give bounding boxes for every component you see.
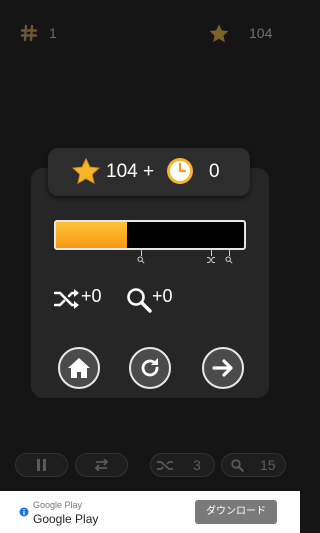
ad-download-button[interactable]: ダウンロード [195,500,277,524]
restart-icon [141,358,159,377]
hash-icon [20,24,38,42]
progress-marker [211,249,212,256]
hint-tool-button[interactable]: 15 [221,453,286,477]
magnifier-icon [231,459,244,472]
shuffle-count: 3 [193,457,201,473]
shuffle-tool-button[interactable]: 3 [150,453,215,477]
magnifier-icon [137,256,145,264]
hint-count: 15 [260,457,276,473]
arrow-right-icon [212,359,233,377]
restart-button[interactable] [129,347,171,389]
next-level-button[interactable] [202,347,244,389]
summary-plus: + [143,161,155,182]
clock-icon [167,158,193,184]
shuffle-icon [207,257,215,263]
pause-button[interactable] [15,453,68,477]
ad-source: Google Play [33,500,83,510]
swap-icon [94,459,109,471]
ad-title: Google Play [33,512,99,526]
star-icon [71,157,101,185]
progress-fill [56,222,128,248]
info-icon[interactable] [19,507,29,517]
shuffle-icon [54,289,79,309]
hint-bonus: +0 [152,286,173,306]
progress-bar [54,220,246,250]
progress-marker [229,249,230,256]
star-icon [209,24,229,43]
summary-score: 104 [106,161,138,182]
level-number: 1 [49,25,57,41]
top-score: 104 [249,25,273,41]
swap-button[interactable] [75,453,128,477]
magnifier-icon [225,256,233,264]
home-icon [68,358,90,378]
shuffle-bonus: +0 [81,286,102,306]
magnifier-icon [127,288,152,313]
progress-marker [141,249,142,256]
home-button[interactable] [58,347,100,389]
shuffle-icon [157,461,173,470]
pause-icon [37,459,46,471]
summary-time: 0 [209,161,220,182]
